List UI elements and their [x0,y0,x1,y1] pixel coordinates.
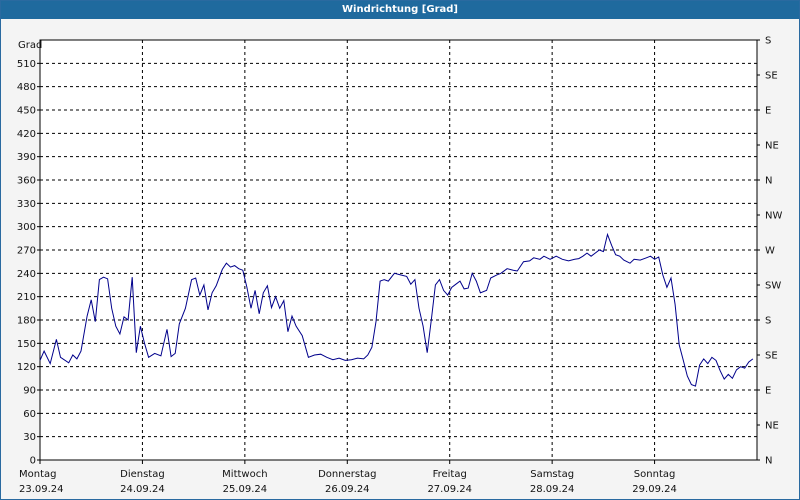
right-tick-label: N [765,176,772,187]
x-tick-day: Samstag [530,469,574,480]
y-tick-label: 360 [17,176,36,187]
right-tick-label: S [765,316,771,327]
x-tick-date: 25.09.24 [223,484,268,495]
y-tick-label: 330 [17,199,36,210]
x-tick-day: Sonntag [634,469,676,480]
x-tick-day: Mittwoch [222,469,267,480]
y-tick-label: 180 [17,316,36,327]
y-tick-label: 390 [17,152,36,163]
y-tick-label: 120 [17,362,36,373]
right-tick-label: SE [765,351,778,362]
x-tick-day: Montag [19,469,56,480]
y-tick-label: 240 [17,269,36,280]
y-tick-label: 150 [17,339,36,350]
y-tick-label: 510 [17,59,36,70]
right-tick-label: W [765,246,775,257]
y-tick-label: 30 [23,432,36,443]
plot-area [39,39,758,461]
y-tick-label: 210 [17,292,36,303]
x-tick-day: Freitag [433,469,467,480]
y-tick-label: 90 [23,386,36,397]
y-tick-label: 0 [30,456,36,467]
right-tick-label: E [765,106,771,117]
y-tick-label: 420 [17,129,36,140]
line-chart: 0 30 60 90 120 150 180 210 240 270 300 330 360 390 420… [17,36,783,496]
y-axis-label: Grad [18,40,42,51]
x-tick-date: 29.09.24 [632,484,677,495]
right-tick-label: S [765,36,771,47]
right-tick-label: NE [765,141,779,152]
x-tick-date: 28.09.24 [530,484,575,495]
y-tick-label: 300 [17,222,36,233]
right-tick-label: SW [765,281,781,292]
y-tick-label: 450 [17,106,36,117]
y-tick-label: 60 [23,409,36,420]
right-tick-label: E [765,386,771,397]
x-tick-date: 27.09.24 [427,484,472,495]
x-tick-day: Donnerstag [318,469,376,480]
right-tick-label: SE [765,71,778,82]
x-tick-day: Dienstag [120,469,165,480]
x-tick-date: 24.09.24 [120,484,165,495]
y-tick-label: 270 [17,246,36,257]
x-tick-date: 26.09.24 [325,484,370,495]
right-tick-label: NE [765,421,779,432]
x-tick-date: 23.09.24 [19,484,64,495]
right-tick-label: NW [765,211,782,222]
y-tick-label: 480 [17,82,36,93]
right-tick-label: N [765,456,772,467]
